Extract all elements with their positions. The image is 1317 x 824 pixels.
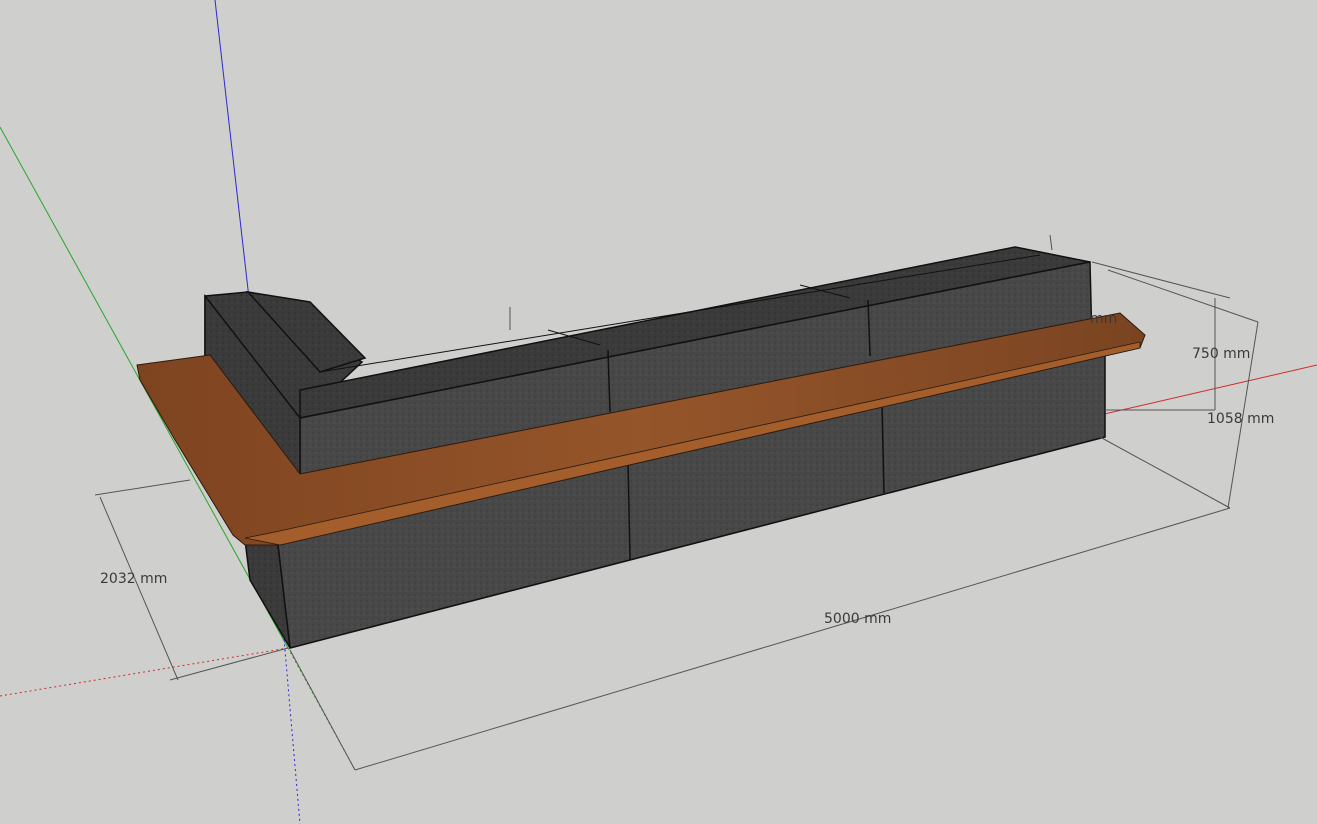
counter-height-dimension-label: 750 mm xyxy=(1192,346,1250,362)
depth-dimension-label: 2032 mm xyxy=(100,571,167,587)
length-dimension-label: 5000 mm xyxy=(824,611,891,627)
back-height-dimension-label: 1058 mm xyxy=(1207,411,1274,427)
reception-desk-model[interactable] xyxy=(136,246,1146,649)
partial-dimension-label: mm xyxy=(1090,311,1117,327)
3d-modeling-viewport[interactable]: 2032 mm 5000 mm 750 mm 1058 mm mm xyxy=(0,0,1317,824)
